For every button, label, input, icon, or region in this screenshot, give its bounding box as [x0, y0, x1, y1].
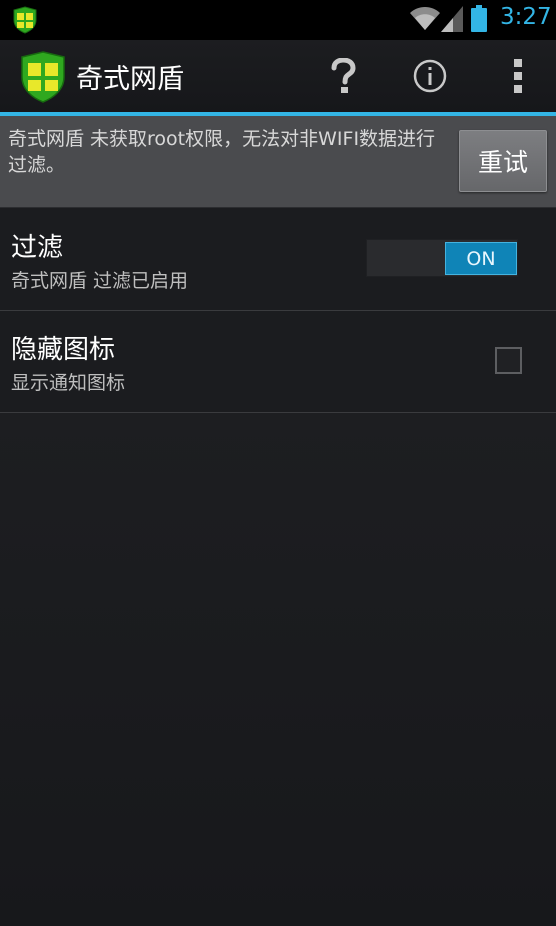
- app-title: 奇式网盾: [76, 64, 184, 95]
- shield-notification-icon: [13, 6, 37, 34]
- filter-toggle-switch[interactable]: ON: [366, 239, 518, 277]
- root-warning-banner: 奇式网盾 未获取root权限，无法对非WIFI数据进行过滤。 重试: [0, 116, 556, 208]
- status-bar: 3:27: [0, 0, 556, 40]
- filter-title: 过滤: [11, 233, 64, 263]
- signal-icon: [441, 6, 463, 32]
- warning-message: 奇式网盾 未获取root权限，无法对非WIFI数据进行过滤。: [8, 128, 436, 176]
- hide-icon-checkbox[interactable]: [495, 347, 522, 374]
- info-button[interactable]: [390, 40, 470, 112]
- help-icon: [331, 58, 356, 93]
- battery-icon: [471, 5, 487, 32]
- overflow-menu-icon: [514, 59, 522, 93]
- filter-preference-row[interactable]: 过滤 奇式网盾 过滤已启用 ON: [0, 209, 556, 311]
- wifi-icon: [410, 7, 440, 30]
- empty-content-area: [0, 413, 556, 926]
- overflow-menu-button[interactable]: [478, 40, 556, 112]
- app-logo-shield-icon: [21, 51, 65, 103]
- help-button[interactable]: [303, 40, 383, 112]
- filter-toggle-thumb: ON: [445, 242, 517, 275]
- action-bar: 奇式网盾: [0, 40, 556, 112]
- retry-button[interactable]: 重试: [459, 130, 547, 192]
- hide-icon-preference-row[interactable]: 隐藏图标 显示通知图标: [0, 311, 556, 413]
- hide-icon-title: 隐藏图标: [11, 335, 116, 365]
- filter-summary: 奇式网盾 过滤已启用: [11, 270, 189, 292]
- info-icon: [413, 59, 447, 93]
- hide-icon-summary: 显示通知图标: [11, 372, 126, 394]
- status-clock: 3:27: [500, 4, 552, 30]
